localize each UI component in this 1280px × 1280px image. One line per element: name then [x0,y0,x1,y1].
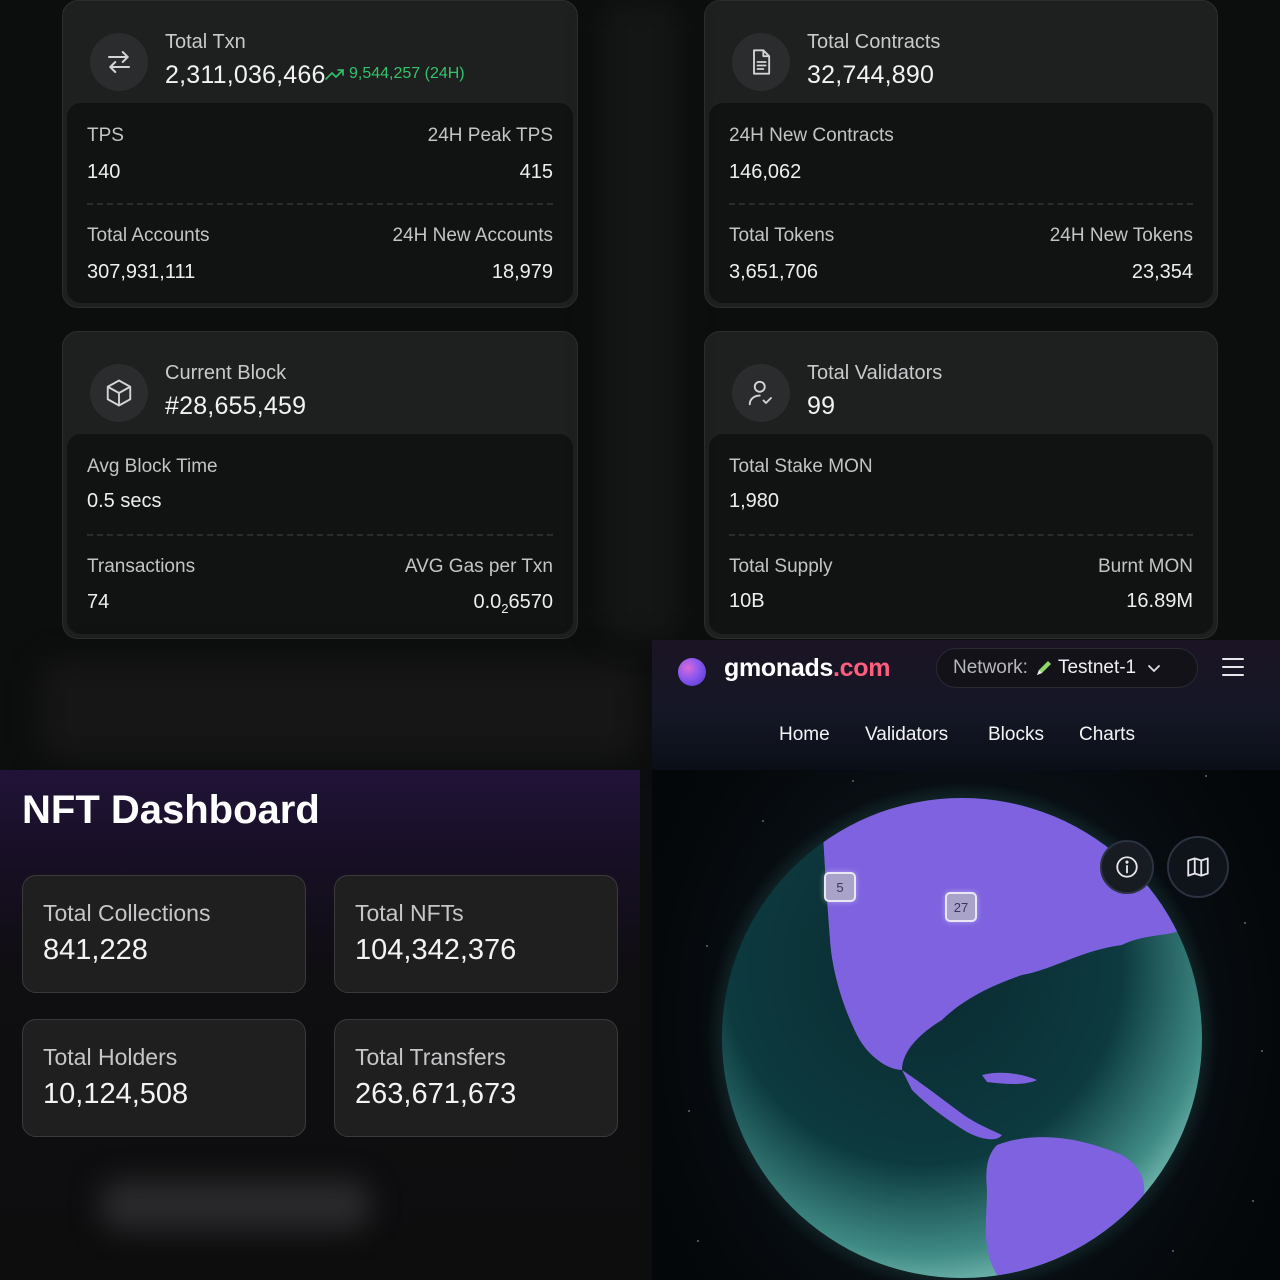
card-title: Current Block [165,362,287,384]
pencil-icon [1036,661,1051,675]
info-icon [1116,856,1138,878]
total-collections-card: Total Collections 841,228 [22,875,306,993]
card-body: TPS 140 24H Peak TPS 415 Total Accounts … [67,103,573,303]
avg-block-time-label: Avg Block Time [87,456,218,477]
stat-value: 104,342,376 [355,934,517,966]
blurred-background [40,660,640,760]
document-icon [732,33,790,91]
blurred-background [100,1180,370,1230]
stat-label: Total Collections [43,900,211,926]
card-body: 24H New Contracts 146,062 Total Tokens 3… [709,103,1213,303]
stat-label: Total Holders [43,1044,178,1070]
total-nfts-card: Total NFTs 104,342,376 [334,875,618,993]
stat-value: 263,671,673 [355,1078,517,1110]
trend-value: 9,544,257 (24H) [349,65,465,82]
network-selector[interactable]: Network: Testnet-1 [936,648,1198,688]
new-contracts-value: 146,062 [729,161,802,183]
total-accounts-label: Total Accounts [87,225,210,246]
peak-tps-value: 415 [519,161,553,183]
card-header: Current Block #28,655,459 [63,332,577,434]
new-tokens-value: 23,354 [1131,261,1193,283]
nav-blocks[interactable]: Blocks [988,724,1044,746]
burnt-mon-value: 16.89M [1126,590,1193,612]
stat-label: Total NFTs [355,900,464,926]
blurred-background [600,0,680,640]
total-transfers-card: Total Transfers 263,671,673 [334,1019,618,1137]
divider [729,534,1193,536]
total-contracts-value: 32,744,890 [807,61,935,89]
divider [87,203,553,205]
txn-trend: 9,544,257 (24H) [325,65,465,83]
cube-icon [90,364,148,422]
nav-charts[interactable]: Charts [1079,724,1135,746]
total-stake-value: 1,980 [729,490,780,512]
stat-label: Total Transfers [355,1044,506,1070]
current-block-card: Current Block #28,655,459 Avg Block Time… [62,331,578,639]
stat-value: 841,228 [43,934,148,966]
info-button[interactable] [1100,840,1154,894]
logo-icon[interactable] [678,658,706,686]
card-title: Total Txn [165,31,246,53]
card-header: Total Contracts 32,744,890 [705,1,1217,103]
tps-value: 140 [87,161,121,183]
total-contracts-card: Total Contracts 32,744,890 24H New Contr… [704,0,1218,308]
validator-cluster-badge[interactable]: 27 [945,892,977,922]
chevron-down-icon [1148,665,1161,673]
new-contracts-label: 24H New Contracts [729,125,894,146]
transactions-label: Transactions [87,556,196,577]
card-title: Total Contracts [807,31,941,53]
total-tokens-value: 3,651,706 [729,261,818,283]
card-header: Total Txn 2,311,036,466 9,544,257 (24H) [63,1,577,103]
new-accounts-value: 18,979 [491,261,553,283]
card-body: Total Stake MON 1,980 Total Supply 10B B… [709,434,1213,634]
nav-home[interactable]: Home [779,724,830,746]
avg-gas-label: AVG Gas per Txn [404,556,553,577]
nav-validators[interactable]: Validators [865,724,948,746]
current-block-value: #28,655,459 [165,392,307,420]
network-label: Network: [953,657,1028,678]
validator-cluster-badge[interactable]: 5 [824,872,856,902]
card-body: Avg Block Time 0.5 secs Transactions 74 … [67,434,573,634]
page-title: NFT Dashboard [22,788,320,832]
total-txn-card: Total Txn 2,311,036,466 9,544,257 (24H) … [62,0,578,308]
gmonads-panel: gmonads.com Network: Testnet-1 Home Vali… [652,640,1280,1280]
total-tokens-label: Total Tokens [729,225,835,246]
burnt-mon-label: Burnt MON [1097,556,1193,577]
total-validators-card: Total Validators 99 Total Stake MON 1,98… [704,331,1218,639]
menu-icon[interactable] [1222,658,1244,676]
site-header: gmonads.com Network: Testnet-1 Home Vali… [652,640,1280,770]
peak-tps-label: 24H Peak TPS [427,125,553,146]
total-txn-value: 2,311,036,466 [165,61,326,89]
nft-dashboard: NFT Dashboard Total Collections 841,228 … [0,770,640,1280]
user-check-icon [732,364,790,422]
divider [729,203,1193,205]
avg-gas-value: 0.026570 [473,591,553,616]
avg-block-time-value: 0.5 secs [87,490,162,512]
network-value: Testnet-1 [1057,657,1137,678]
new-accounts-label: 24H New Accounts [392,225,553,246]
total-stake-label: Total Stake MON [729,456,873,477]
brand-logo[interactable]: gmonads.com [724,654,890,683]
new-tokens-label: 24H New Tokens [1049,225,1193,246]
stat-value: 10,124,508 [43,1078,189,1110]
tps-label: TPS [87,125,124,146]
card-header: Total Validators 99 [705,332,1217,434]
trend-up-icon [325,69,344,80]
divider [87,534,553,536]
transactions-value: 74 [87,591,110,613]
total-supply-value: 10B [729,590,765,612]
total-holders-card: Total Holders 10,124,508 [22,1019,306,1137]
card-title: Total Validators [807,362,943,384]
map-icon [1187,857,1209,877]
total-supply-label: Total Supply [729,556,833,577]
total-validators-value: 99 [807,392,836,420]
total-accounts-value: 307,931,111 [87,261,196,283]
map-view-button[interactable] [1167,836,1229,898]
transfer-icon [90,33,148,91]
